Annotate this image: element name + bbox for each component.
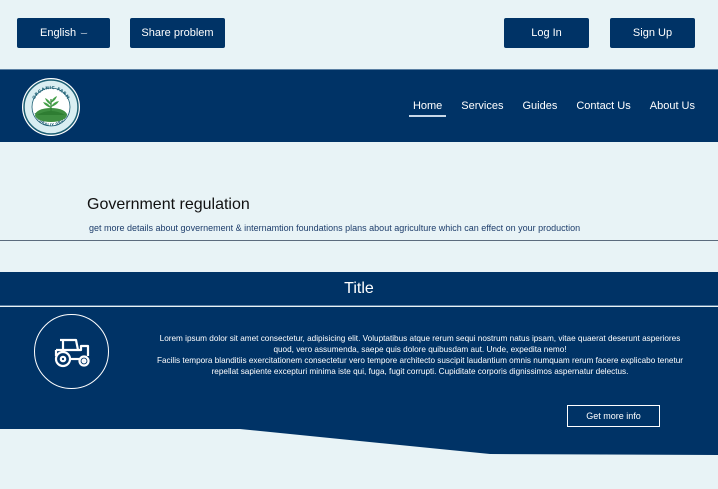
section-title: Government regulation bbox=[87, 196, 250, 213]
share-problem-button[interactable]: Share problem bbox=[130, 18, 225, 48]
get-more-info-button[interactable]: Get more info bbox=[567, 405, 660, 427]
section-subtitle: get more details about governement & int… bbox=[89, 223, 581, 233]
tractor-icon-circle bbox=[34, 314, 109, 389]
nav-home[interactable]: Home bbox=[408, 100, 447, 117]
section-divider bbox=[0, 240, 718, 241]
logo-badge-icon: ORGANIC FARM NATURALLY GROWN bbox=[22, 78, 80, 136]
card-paragraph-1: Lorem ipsum dolor sit amet consectetur, … bbox=[159, 334, 681, 354]
main-navbar: ORGANIC FARM NATURALLY GROWN Home Servic… bbox=[0, 69, 718, 142]
tractor-icon bbox=[54, 338, 90, 367]
chevron-down-icon: ⌣ bbox=[80, 27, 88, 38]
language-selector-button[interactable]: English ⌣ bbox=[17, 18, 110, 48]
card-bottom-wedge bbox=[0, 427, 718, 455]
sign-up-button[interactable]: Sign Up bbox=[610, 18, 695, 48]
organic-farm-logo[interactable]: ORGANIC FARM NATURALLY GROWN bbox=[21, 77, 81, 137]
nav-links: Home Services Guides Contact Us About Us bbox=[394, 100, 695, 117]
log-in-button[interactable]: Log In bbox=[504, 18, 589, 48]
nav-about-us[interactable]: About Us bbox=[650, 100, 695, 112]
card-paragraph-2: Facilis tempora blanditiis exercitatione… bbox=[156, 356, 684, 376]
nav-guides[interactable]: Guides bbox=[522, 100, 557, 112]
card-title: Title bbox=[0, 272, 718, 306]
card-description: Lorem ipsum dolor sit amet consectetur, … bbox=[150, 333, 690, 377]
language-label: English bbox=[39, 27, 77, 39]
nav-contact-us[interactable]: Contact Us bbox=[576, 100, 630, 112]
nav-services[interactable]: Services bbox=[461, 100, 503, 112]
